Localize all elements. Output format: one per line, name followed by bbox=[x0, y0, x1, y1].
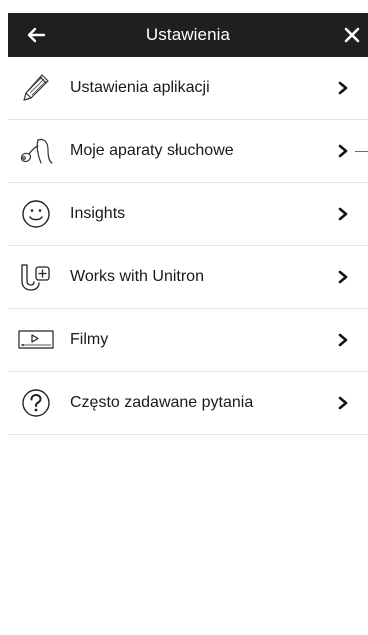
close-icon bbox=[344, 27, 360, 43]
chevron-right-icon bbox=[336, 395, 350, 411]
chevron-right-icon bbox=[336, 80, 350, 96]
header-bar: Ustawienia bbox=[8, 13, 368, 57]
menu-label: Ustawienia aplikacji bbox=[70, 79, 210, 96]
divider-mark bbox=[355, 151, 368, 152]
video-icon bbox=[16, 320, 56, 360]
unitron-icon bbox=[16, 257, 56, 297]
question-icon bbox=[16, 383, 56, 423]
close-button[interactable] bbox=[330, 13, 368, 57]
menu-label: Filmy bbox=[70, 331, 109, 348]
menu-label: Insights bbox=[70, 205, 126, 222]
menu-label: Moje aparaty słuchowe bbox=[70, 142, 234, 159]
chevron-right-icon bbox=[336, 206, 350, 222]
smiley-icon bbox=[16, 194, 56, 234]
settings-screen: Ustawienia Ustawienia aplikacji Moje apa… bbox=[8, 13, 368, 635]
arrow-left-icon bbox=[27, 27, 46, 43]
menu-label: Często zadawane pytania bbox=[70, 394, 254, 411]
pencil-icon bbox=[16, 68, 56, 108]
chevron-right-icon bbox=[336, 143, 350, 159]
back-button[interactable] bbox=[14, 13, 58, 57]
chevron-right-icon bbox=[336, 332, 350, 348]
menu-item-videos[interactable]: Filmy bbox=[8, 309, 368, 372]
page-title: Ustawienia bbox=[145, 25, 231, 44]
menu-item-my-hearing-aids[interactable]: Moje aparaty słuchowe bbox=[8, 120, 368, 183]
settings-menu: Ustawienia aplikacji Moje aparaty słucho… bbox=[8, 57, 368, 435]
chevron-right-icon bbox=[336, 269, 350, 285]
menu-item-insights[interactable]: Insights bbox=[8, 183, 368, 246]
menu-item-works-with-unitron[interactable]: Works with Unitron bbox=[8, 246, 368, 309]
menu-item-app-settings[interactable]: Ustawienia aplikacji bbox=[8, 57, 368, 120]
menu-item-faq[interactable]: Często zadawane pytania bbox=[8, 372, 368, 435]
menu-label: Works with Unitron bbox=[70, 268, 204, 285]
hearing-aids-icon bbox=[16, 131, 56, 171]
